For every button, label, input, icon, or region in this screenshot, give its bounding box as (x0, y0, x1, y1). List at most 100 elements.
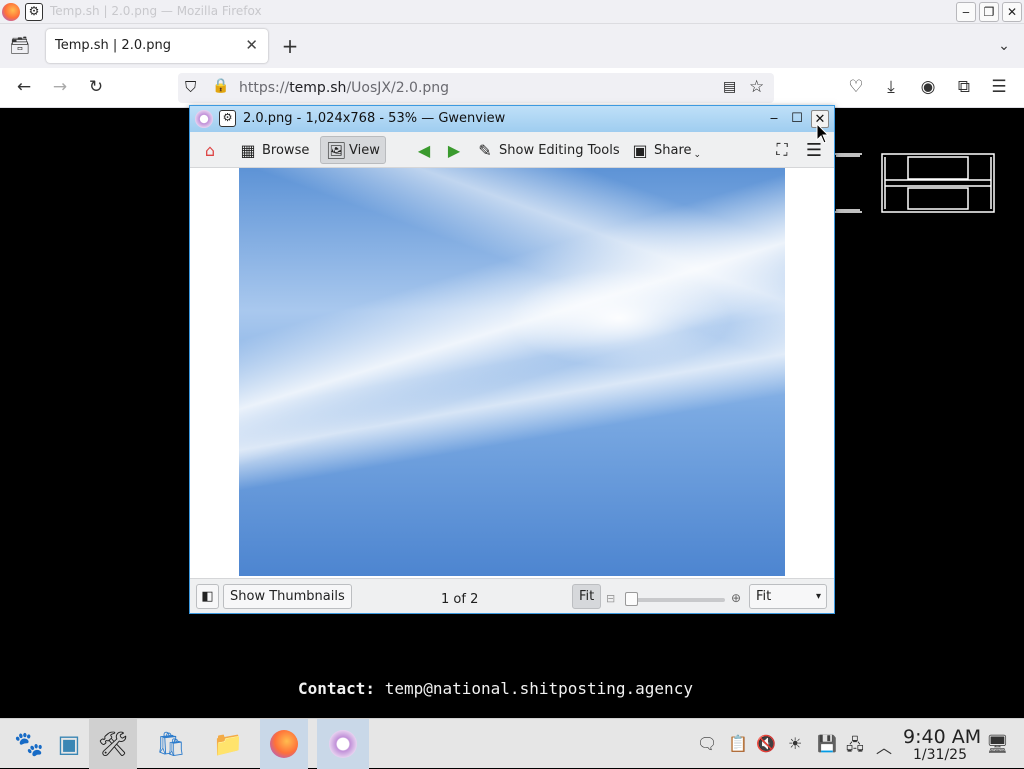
shield-icon[interactable]: ⛉ (185, 78, 196, 96)
contact-email[interactable]: temp@national.shitposting.agency (385, 679, 693, 698)
settings-launcher[interactable]: 🛠 (89, 719, 137, 769)
close-button[interactable]: ✕ (1002, 2, 1022, 22)
start-menu-icon: 🐾 (14, 730, 44, 758)
image-view-area[interactable] (190, 168, 834, 578)
back-icon[interactable]: ← (13, 76, 35, 98)
pocket-icon[interactable]: ♡ (845, 76, 867, 98)
share-label: Share (654, 142, 692, 158)
show-desktop-button[interactable]: ▣ (45, 719, 93, 769)
file-manager-launcher[interactable]: 📁 (204, 719, 252, 769)
desktop-icon: ▣ (57, 730, 81, 758)
account-icon[interactable]: ◉ (917, 76, 939, 98)
taskbar: 🐾 ▣ 🛠 🛍 📁 🗨 📋 🔇 ☀ 💾 🖧 ︿ 9:40 AM 1/31/25 … (0, 718, 1024, 769)
displayed-image[interactable] (239, 168, 785, 576)
close-tab-icon[interactable]: ✕ (245, 36, 258, 54)
zoom-slider[interactable] (627, 598, 725, 602)
chevron-up-icon[interactable]: ︿ (876, 734, 892, 758)
navigation-bar: ← → ↻ ⛉ 🔒 https://temp.sh/UosJX/2.0.png … (0, 68, 1024, 108)
forward-icon[interactable]: → (49, 76, 71, 98)
reader-view-icon[interactable]: ▤ (723, 79, 736, 95)
home-icon: ⌂ (204, 140, 216, 160)
mouse-cursor (816, 123, 830, 144)
gwenview-status-bar: ◧ Show Thumbnails 1 of 2 Fit ⊟ ⊕ Fit ▾ (190, 578, 834, 613)
tab-strip: 🗃 Temp.sh | 2.0.png ✕ + ⌄ (0, 24, 1024, 68)
site-logo (834, 153, 995, 213)
show-editing-tools-button[interactable]: ✎ Show Editing Tools (471, 136, 625, 164)
zoom-out-icon[interactable]: ⊟ (606, 592, 615, 605)
view-image-icon: 🖼 (326, 140, 347, 160)
minimize-button[interactable]: ‒ (956, 2, 976, 22)
share-icon: ▣ (632, 140, 648, 160)
gwenview-title-bar[interactable]: ⚙ 2.0.png - 1,024x768 - 53% — Gwenview ‒… (190, 106, 834, 132)
gwenview-app-icon (195, 110, 213, 128)
chevron-down-icon: ▾ (815, 591, 821, 602)
contact-line: Contact: temp@national.shitposting.agenc… (298, 679, 693, 698)
show-desktop-icon[interactable]: 🖥 (986, 734, 1009, 755)
browser-window-title: Temp.sh | 2.0.png — Mozilla Firefox (50, 4, 262, 18)
tools-icon: 🛠 (97, 730, 129, 758)
sidebar-icon: ◧ (201, 589, 214, 604)
url-text[interactable]: https://temp.sh/UosJX/2.0.png (239, 80, 449, 96)
clock-time[interactable]: 9:40 AM (903, 726, 981, 748)
extensions-icon[interactable]: ⧉ (953, 76, 975, 98)
gwenview-window-title: 2.0.png - 1,024x768 - 53% — Gwenview (243, 111, 506, 126)
fullscreen-button[interactable]: ⛶ (768, 136, 801, 164)
url-bar[interactable]: ⛉ 🔒 https://temp.sh/UosJX/2.0.png ▤ ☆ (178, 73, 774, 103)
lock-icon[interactable]: 🔒 (212, 78, 229, 94)
browse-grid-icon: ▦ (240, 140, 256, 160)
fit-button[interactable]: Fit (572, 584, 602, 609)
zoom-select[interactable]: Fit ▾ (749, 584, 827, 609)
notifications-icon[interactable]: 🗨 (697, 734, 717, 753)
downloads-icon[interactable]: ⤓ (880, 76, 902, 98)
network-icon[interactable]: 🖧 (846, 734, 864, 761)
home-button[interactable]: ⌂ (196, 136, 229, 164)
new-tab-icon[interactable]: + (279, 35, 301, 57)
gw-maximize-button[interactable]: ☐ (788, 110, 806, 128)
clock-date[interactable]: 1/31/25 (913, 747, 967, 763)
tab-overview-icon[interactable]: 🗃 (9, 35, 31, 57)
browse-button[interactable]: ▦ Browse (234, 136, 314, 164)
reload-icon[interactable]: ↻ (85, 76, 107, 98)
shopping-bag-icon: 🛍 (155, 730, 187, 758)
chevron-down-icon: ⌄ (693, 150, 702, 160)
app-menu-icon[interactable]: ☰ (988, 76, 1010, 98)
software-center-launcher[interactable]: 🛍 (147, 719, 195, 769)
bookmark-star-icon[interactable]: ☆ (749, 77, 764, 97)
volume-muted-icon[interactable]: 🔇 (756, 734, 776, 753)
window-menu-icon[interactable]: ⚙ (25, 3, 43, 21)
page-counter: 1 of 2 (441, 592, 479, 607)
share-button[interactable]: ▣ Share ⌄ (626, 136, 706, 164)
show-thumbnails-button[interactable]: Show Thumbnails (223, 584, 352, 609)
maximize-button[interactable]: ❐ (979, 2, 999, 22)
edit-image-icon: ✎ (478, 140, 492, 160)
folder-icon: 📁 (213, 730, 243, 758)
firefox-logo-icon (2, 3, 20, 21)
fullscreen-icon: ⛶ (776, 140, 788, 159)
browser-title-bar: ⚙ Temp.sh | 2.0.png — Mozilla Firefox ‒ … (0, 0, 1024, 24)
brightness-icon[interactable]: ☀ (788, 734, 802, 753)
tab-list-chevron-icon[interactable]: ⌄ (993, 35, 1015, 57)
previous-button[interactable]: ◀ (410, 136, 443, 164)
contact-label: Contact: (298, 679, 376, 698)
editing-label: Show Editing Tools (499, 142, 620, 158)
tab-label: Temp.sh | 2.0.png (55, 38, 171, 53)
window-menu-icon[interactable]: ⚙ (219, 110, 236, 127)
firefox-taskbar-button[interactable] (260, 719, 308, 769)
firefox-icon (270, 730, 298, 758)
gwenview-window: ⚙ 2.0.png - 1,024x768 - 53% — Gwenview ‒… (189, 105, 835, 614)
next-button[interactable]: ▶ (440, 136, 473, 164)
gwenview-icon (329, 730, 357, 758)
clipboard-icon[interactable]: 📋 (728, 734, 748, 753)
arrow-left-icon: ◀ (417, 140, 431, 160)
gwenview-toolbar: ⌂ ▦ Browse 🖼 View ◀ ▶ ✎ Show Editing Tools … (190, 132, 834, 168)
arrow-right-icon: ▶ (447, 140, 461, 160)
zoom-in-icon[interactable]: ⊕ (731, 591, 741, 605)
disks-icon[interactable]: 💾 (817, 734, 837, 753)
gwenview-taskbar-button[interactable] (317, 719, 369, 769)
zoom-select-value: Fit (756, 589, 772, 604)
gw-minimize-button[interactable]: ‒ (765, 110, 783, 128)
tab-temp-sh[interactable]: Temp.sh | 2.0.png ✕ (46, 29, 268, 63)
sidebar-toggle-button[interactable]: ◧ (196, 584, 219, 609)
zoom-slider-handle[interactable] (625, 592, 638, 606)
view-button[interactable]: 🖼 View (320, 136, 386, 164)
